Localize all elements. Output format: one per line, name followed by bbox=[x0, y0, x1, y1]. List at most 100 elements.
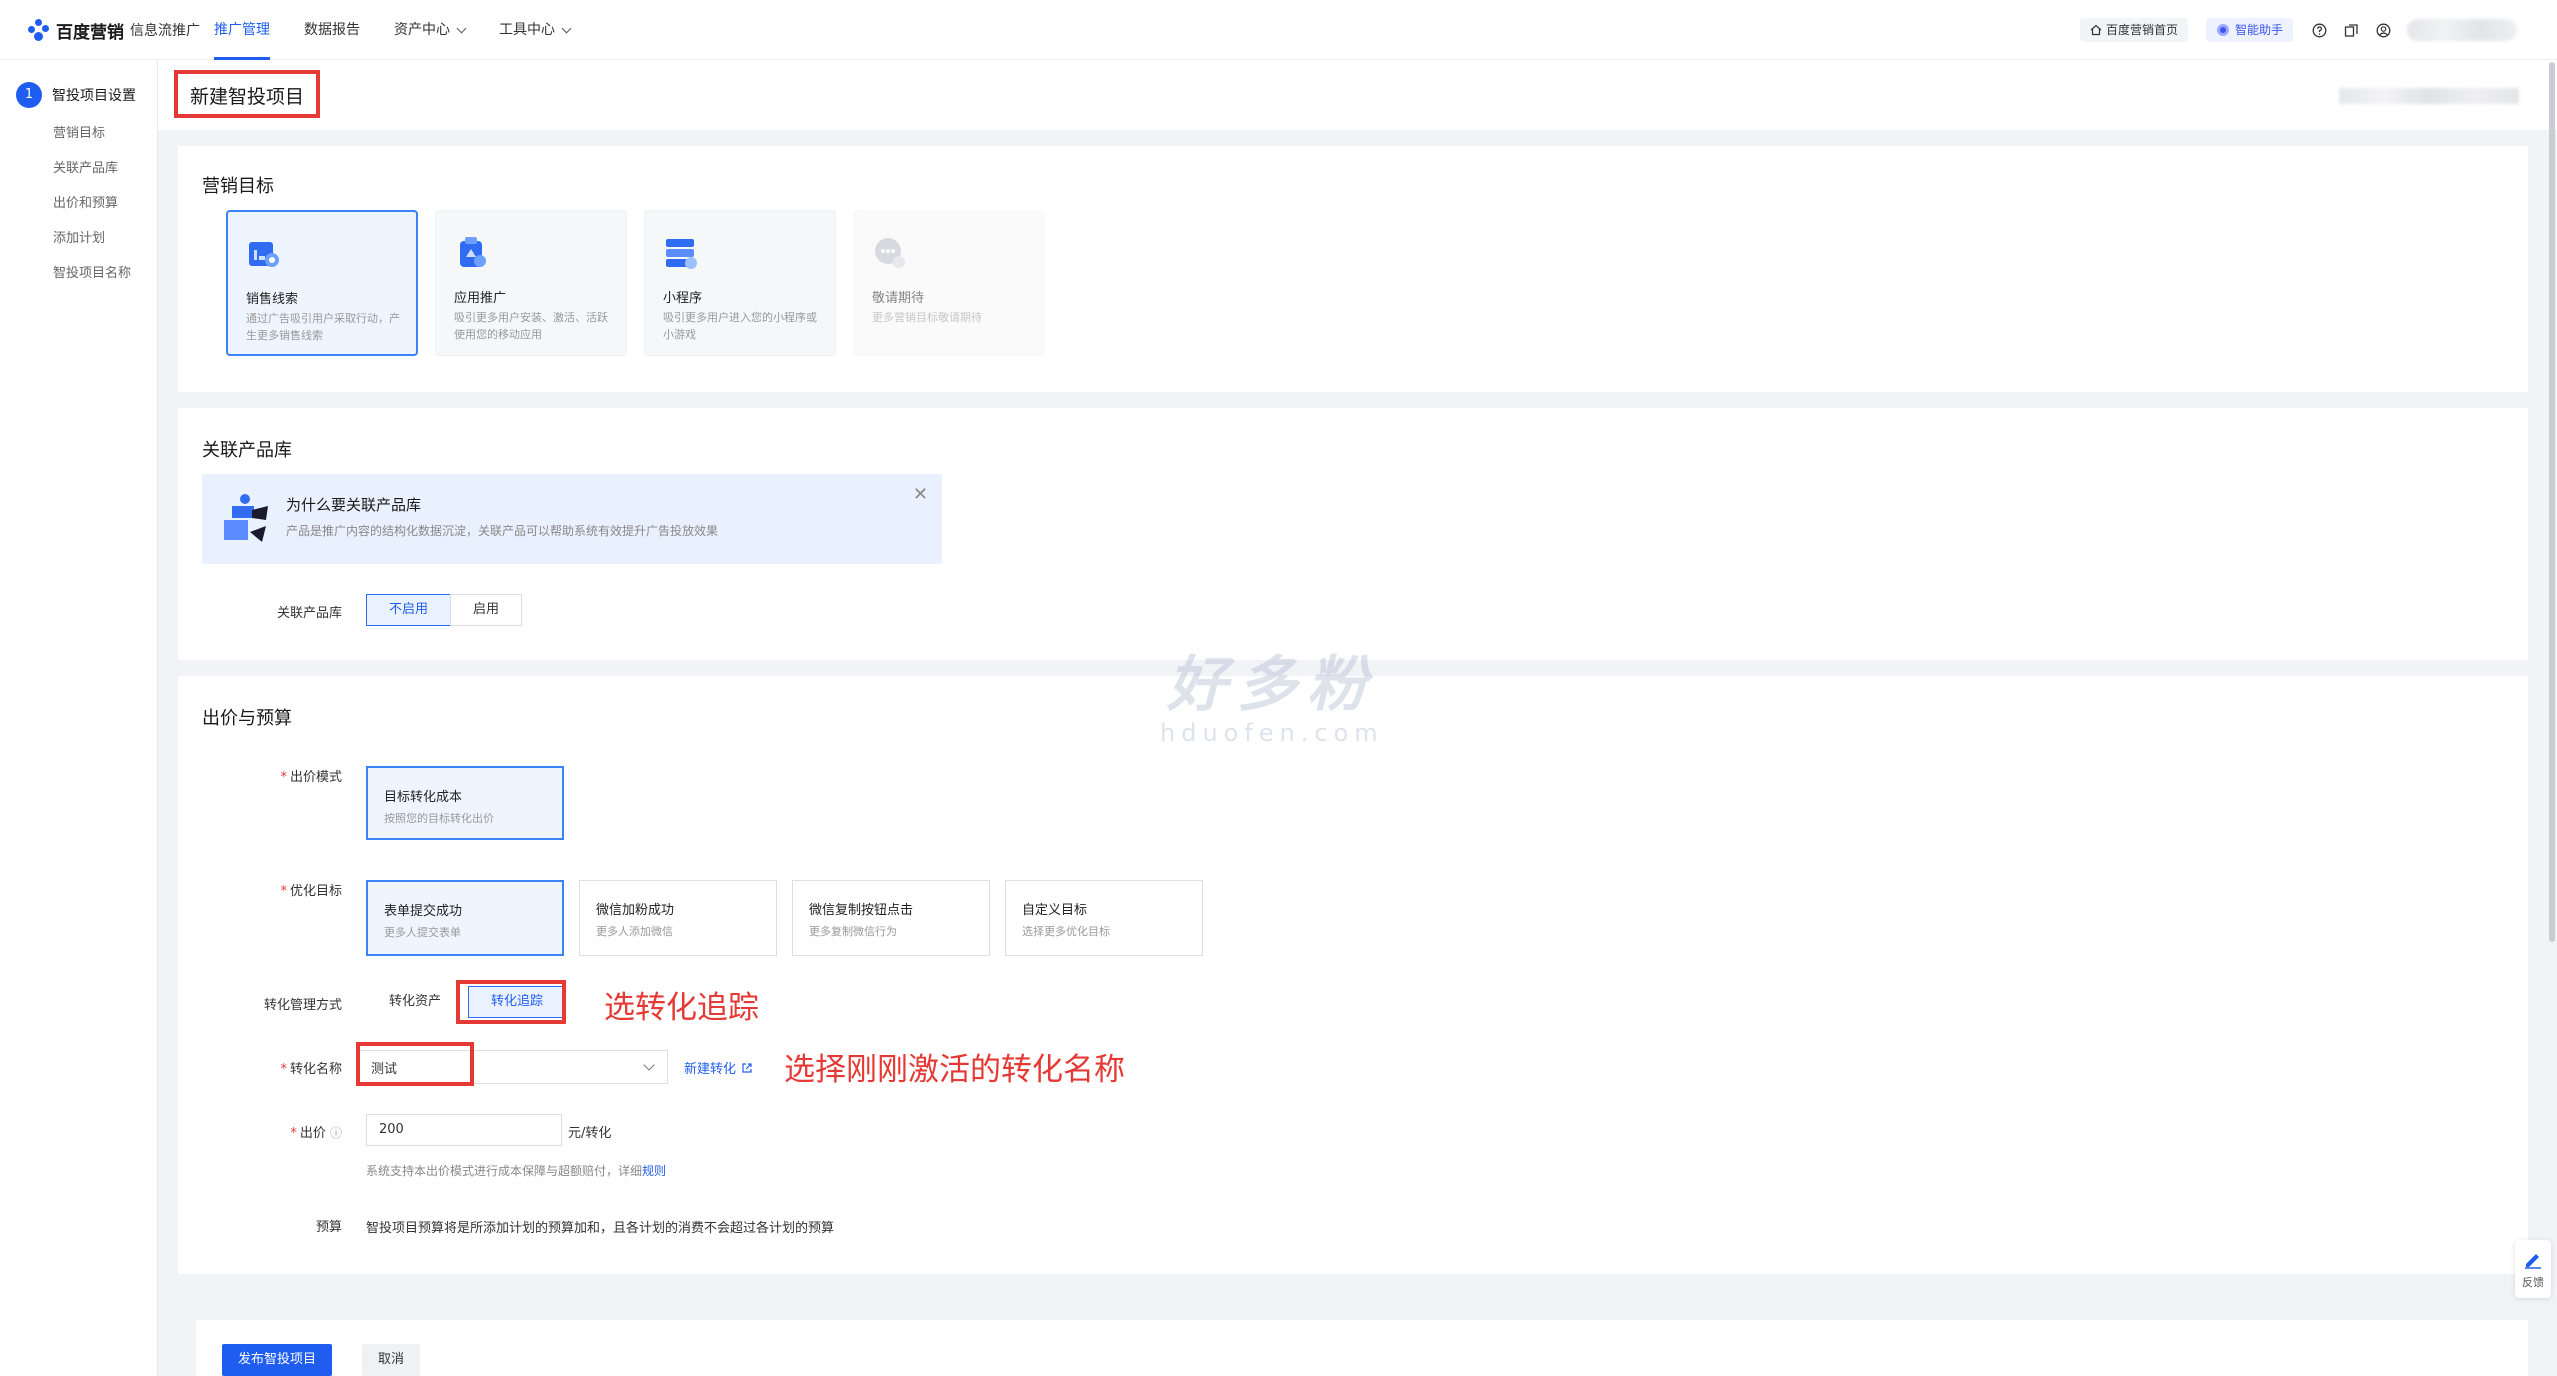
copy-icon[interactable] bbox=[2343, 22, 2359, 38]
product-library-label: 关联产品库 bbox=[276, 606, 342, 621]
goal-tile-mini-program[interactable]: 小程序 吸引更多用户进入您的小程序或小游戏 bbox=[644, 210, 836, 356]
label-text: 出价 bbox=[299, 1126, 326, 1141]
alert-title: 为什么要关联产品库 bbox=[286, 496, 422, 514]
close-icon[interactable]: ✕ bbox=[913, 484, 928, 505]
option-name: 自定义目标 bbox=[1022, 903, 1088, 918]
option-disable[interactable]: 不启用 bbox=[366, 594, 452, 626]
label-text: 优化目标 bbox=[289, 884, 342, 899]
feedback-label: 反馈 bbox=[2522, 1276, 2544, 1289]
goal-tile-app-promotion[interactable]: 应用推广 吸引更多用户安装、激活、活跃使用您的移动应用 bbox=[435, 210, 627, 356]
goal-tile-coming-soon: 敬请期待 更多营销目标敬请期待 bbox=[853, 210, 1045, 356]
assistant-label: 智能助手 bbox=[2234, 23, 2283, 37]
bid-price-label: * 出价 ⓘ bbox=[290, 1126, 342, 1141]
top-navbar: 百度营销 信息流推广 推广管理 数据报告 资产中心 工具中心 百度营销首页 智能… bbox=[0, 0, 2557, 60]
app-promotion-icon bbox=[460, 237, 486, 267]
step-items: 营销目标 关联产品库 出价和预算 添加计划 智投项目名称 bbox=[53, 116, 131, 291]
sidebar-item-product-library[interactable]: 关联产品库 bbox=[53, 151, 131, 186]
page-title: 新建智投项目 bbox=[174, 70, 321, 118]
home-link[interactable]: 百度营销首页 bbox=[2079, 18, 2188, 42]
option-desc: 更多复制微信行为 bbox=[809, 925, 897, 938]
option-name: 微信复制按钮点击 bbox=[809, 903, 914, 918]
highlight-box bbox=[356, 1042, 474, 1086]
step-header[interactable]: 1 智投项目设置 bbox=[16, 82, 136, 108]
option-name: 微信加粉成功 bbox=[596, 903, 675, 918]
section-title: 关联产品库 bbox=[202, 440, 292, 461]
info-icon[interactable]: ⓘ bbox=[330, 1126, 342, 1140]
help-icon[interactable] bbox=[2311, 22, 2327, 38]
watermark: 好多粉 hduofen.com bbox=[1160, 636, 1384, 747]
smart-assistant-button[interactable]: 智能助手 bbox=[2205, 18, 2293, 42]
option-name: 表单提交成功 bbox=[384, 904, 463, 919]
goal-wechat-copy[interactable]: 微信复制按钮点击 更多复制微信行为 bbox=[792, 880, 990, 956]
price-hint: 系统支持本出价模式进行成本保障与超额赔付，详细规则 bbox=[366, 1162, 666, 1179]
alert-desc: 产品是推广内容的结构化数据沉淀，关联产品可以帮助系统有效提升广告投放效果 bbox=[286, 524, 719, 538]
external-link-icon bbox=[742, 1062, 752, 1073]
page-header: 新建智投项目 bbox=[158, 60, 2557, 130]
option-desc: 更多人添加微信 bbox=[596, 925, 673, 938]
goal-form-submit[interactable]: 表单提交成功 更多人提交表单 bbox=[366, 880, 564, 956]
sidebar-item-bid-budget[interactable]: 出价和预算 bbox=[53, 186, 131, 221]
publish-button[interactable]: 发布智投项目 bbox=[222, 1344, 333, 1376]
header-actions: 百度营销首页 智能助手 bbox=[2079, 16, 2517, 44]
label-text: 转化名称 bbox=[289, 1062, 342, 1077]
scrollbar[interactable] bbox=[2547, 62, 2557, 942]
nav-promotion-management[interactable]: 推广管理 bbox=[214, 0, 270, 60]
goal-name: 小程序 bbox=[663, 291, 703, 306]
bid-mode-label: * 出价模式 bbox=[280, 770, 342, 785]
bid-budget-card: 出价与预算 * 出价模式 目标转化成本 按照您的目标转化出价 * 优化目标 表单提交… bbox=[178, 676, 2528, 1274]
user-account-blurred[interactable] bbox=[2407, 19, 2517, 41]
option-conversion-asset[interactable]: 转化资产 bbox=[366, 986, 465, 1018]
info-alert: 为什么要关联产品库 产品是推广内容的结构化数据沉淀，关联产品可以帮助系统有效提升… bbox=[202, 474, 942, 564]
sidebar-item-marketing-goal[interactable]: 营销目标 bbox=[53, 116, 131, 151]
goal-tile-sales-leads[interactable]: 销售线索 通过广告吸引用户采取行动，产生更多销售线索 bbox=[226, 210, 418, 356]
price-unit: 元/转化 bbox=[568, 1126, 612, 1141]
annotation-conversion-tracking: 选转化追踪 bbox=[604, 990, 759, 1026]
bid-price-input[interactable]: 200 bbox=[366, 1114, 562, 1146]
cancel-button[interactable]: 取消 bbox=[362, 1344, 421, 1376]
highlight-box bbox=[456, 980, 566, 1024]
bid-mode-target-cost[interactable]: 目标转化成本 按照您的目标转化出价 bbox=[366, 766, 564, 840]
goal-desc: 通过广告吸引用户采取行动，产生更多销售线索 bbox=[246, 312, 400, 342]
nav-asset-center[interactable]: 资产中心 bbox=[394, 0, 467, 60]
nav-data-report[interactable]: 数据报告 bbox=[304, 0, 360, 60]
brand-name: 百度营销 bbox=[56, 22, 124, 43]
nav-label: 资产中心 bbox=[394, 22, 450, 38]
logo[interactable]: 百度营销 信息流推广 bbox=[28, 18, 200, 43]
goal-custom[interactable]: 自定义目标 选择更多优化目标 bbox=[1005, 880, 1203, 956]
rules-link[interactable]: 规则 bbox=[642, 1164, 666, 1178]
option-desc: 选择更多优化目标 bbox=[1022, 925, 1110, 938]
goal-name: 销售线索 bbox=[246, 292, 299, 307]
budget-label: 预算 bbox=[315, 1220, 342, 1235]
assistant-icon bbox=[2216, 24, 2229, 36]
product-library-toggle: 不启用 启用 bbox=[366, 594, 523, 626]
edit-pen-icon bbox=[2525, 1254, 2541, 1269]
option-enable[interactable]: 启用 bbox=[450, 594, 523, 626]
sidebar-item-project-name[interactable]: 智投项目名称 bbox=[53, 256, 131, 291]
label-text: 出价模式 bbox=[289, 770, 342, 785]
footer-actions: 发布智投项目 取消 bbox=[196, 1320, 2528, 1376]
goal-wechat-follow[interactable]: 微信加粉成功 更多人添加微信 bbox=[579, 880, 777, 956]
option-desc: 更多人提交表单 bbox=[384, 926, 461, 939]
chevron-down-icon bbox=[561, 23, 572, 33]
goal-desc: 吸引更多用户进入您的小程序或小游戏 bbox=[663, 311, 817, 341]
budget-text: 智投项目预算将是所添加计划的预算加和，且各计划的消费不会超过各计划的预算 bbox=[366, 1221, 835, 1236]
link-text: 新建转化 bbox=[684, 1062, 737, 1077]
step-number: 1 bbox=[16, 82, 42, 108]
mini-program-icon bbox=[666, 239, 697, 269]
home-link-label: 百度营销首页 bbox=[2105, 23, 2178, 37]
goal-name: 敬请期待 bbox=[872, 291, 925, 306]
chevron-down-icon bbox=[643, 1059, 655, 1071]
section-title: 营销目标 bbox=[202, 176, 274, 197]
option-desc: 按照您的目标转化出价 bbox=[384, 812, 494, 825]
feedback-button[interactable]: 反馈 bbox=[2515, 1240, 2551, 1298]
sales-leads-icon bbox=[249, 242, 279, 267]
nav-label: 工具中心 bbox=[499, 22, 555, 38]
product-library-card: 关联产品库 为什么要关联产品库 产品是推广内容的结构化数据沉淀，关联产品可以帮助… bbox=[178, 408, 2528, 660]
baidu-paw-icon bbox=[28, 19, 50, 41]
nav-tool-center[interactable]: 工具中心 bbox=[499, 0, 572, 60]
account-icon[interactable] bbox=[2375, 22, 2391, 38]
goal-desc: 更多营销目标敬请期待 bbox=[872, 311, 982, 324]
new-conversion-link[interactable]: 新建转化 bbox=[684, 1058, 753, 1077]
sidebar-item-add-plan[interactable]: 添加计划 bbox=[53, 221, 131, 256]
watermark-en: hduofen.com bbox=[1160, 719, 1384, 747]
